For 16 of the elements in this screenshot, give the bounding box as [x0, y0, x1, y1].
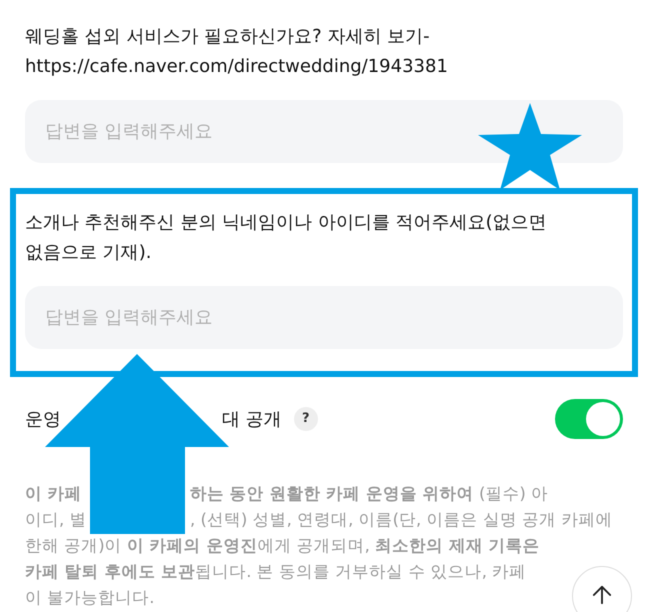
notice-text: 이디, 별: [25, 509, 88, 531]
disclosure-label: 운영: [25, 408, 62, 432]
scroll-top-button[interactable]: [572, 566, 632, 612]
notice-text: 이 카페: [25, 483, 83, 505]
answer-field[interactable]: 답변을 입력해주세요: [25, 286, 623, 349]
notice-text: 한해 공개)이 이 카페의 운영진에게 공개되며, 최소한의 제재 기록은: [25, 535, 540, 557]
notice-text: 카페 탈퇴 후에도 보관됩니다. 본 동의를 거부하실 수 있으나, 카페: [25, 561, 526, 583]
help-button[interactable]: ?: [294, 407, 318, 431]
question-label: 웨딩홀 섭외 서비스가 필요하신가요? 자세히 보기-https://cafe.naver.com/directwedding/1943381: [25, 25, 449, 79]
notice-text: 이 불가능합니다.: [25, 587, 154, 609]
notice-text: , (선택) 성별, 연령대, 이름(단, 이름은 실명 공개 카페에: [190, 509, 612, 531]
disclosure-label: 대 공개: [222, 408, 282, 432]
notice-text: 하는 동안 원활한 카페 운영을 위하여 (필수) 아: [190, 483, 548, 505]
toggle-switch[interactable]: [555, 399, 623, 439]
answer-field[interactable]: 답변을 입력해주세요: [25, 100, 623, 163]
question-label: 소개나 추천해주신 분의 닉네임이나 아이디를 적어주세요(없으면 없음으로 기재).: [25, 211, 548, 265]
